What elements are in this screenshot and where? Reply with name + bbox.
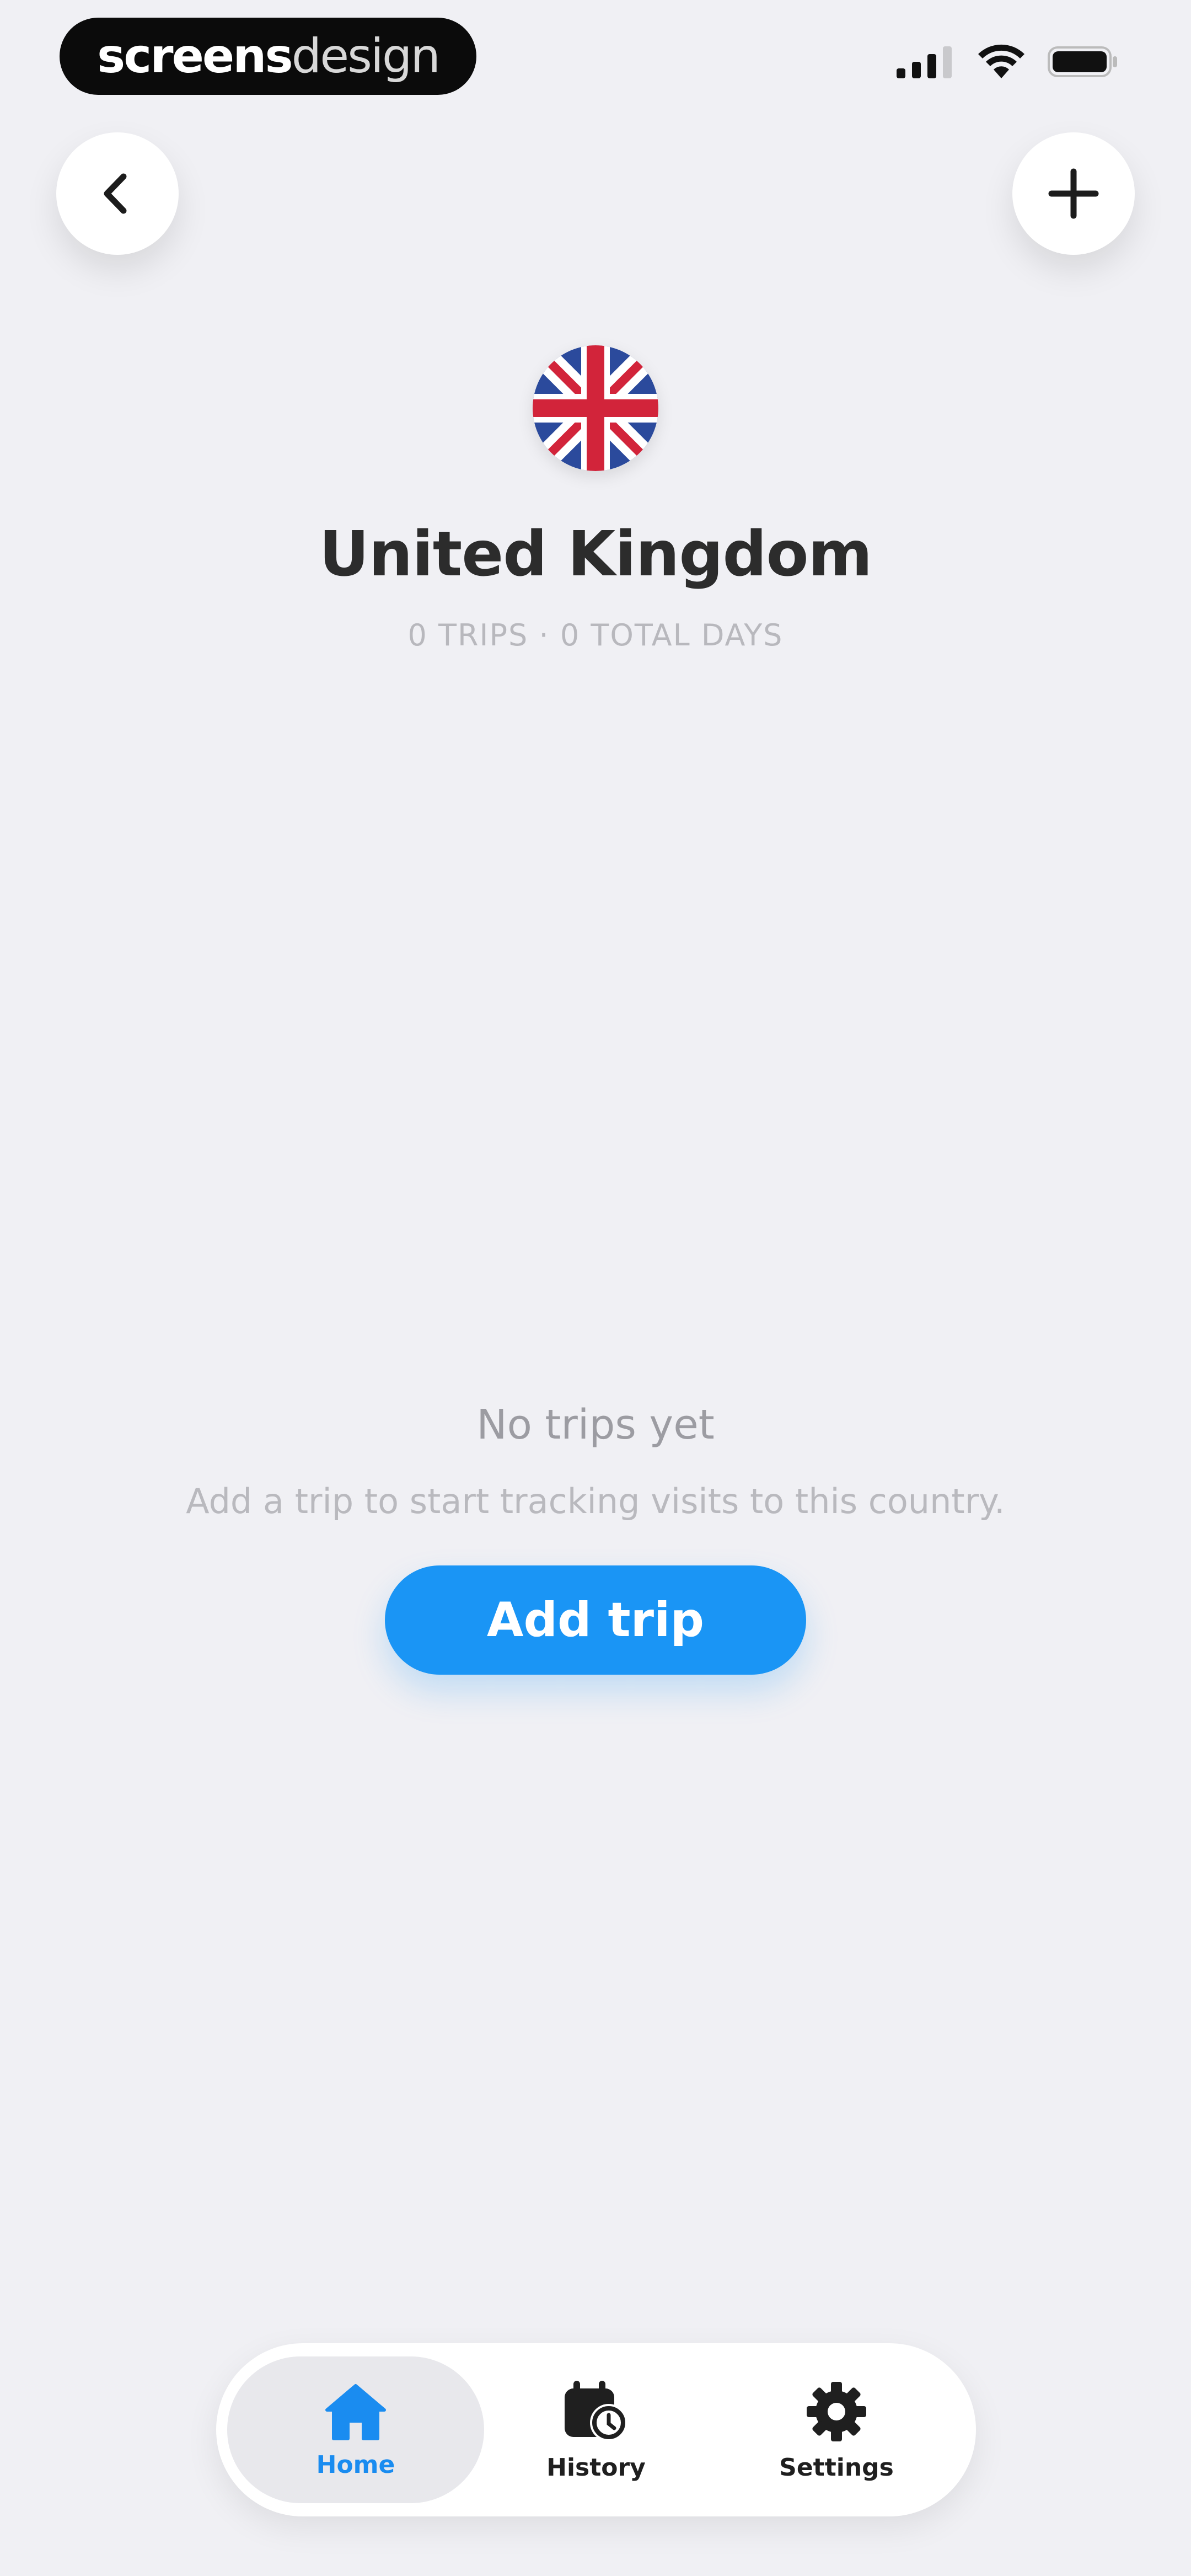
status-bar: screens design [0,0,1191,116]
uk-flag-icon [533,345,658,471]
status-icons [897,44,1119,79]
brand-light-text: design [291,29,441,84]
gear-icon [807,2381,866,2441]
home-icon [325,2383,386,2440]
calendar-clock-icon [565,2380,627,2441]
screen: screens design United Kingdom 0 TRIPS · … [0,0,1191,2576]
tab-history-label: History [546,2453,646,2482]
tab-settings[interactable]: Settings [708,2356,965,2503]
back-button[interactable] [56,132,179,255]
wifi-icon [978,44,1024,78]
tab-history[interactable]: History [468,2356,725,2503]
tab-home-label: Home [316,2450,395,2479]
empty-state-description: Add a trip to start tracking visits to t… [186,1481,1005,1521]
empty-state-title: No trips yet [476,1401,715,1449]
tab-bar: Home History Settings [216,2343,976,2516]
battery-icon [1048,46,1117,77]
tab-settings-label: Settings [779,2453,894,2482]
chevron-left-icon [104,173,127,214]
brand-bold-text: screens [97,29,293,84]
tab-home[interactable]: Home [227,2356,484,2503]
country-stats: 0 TRIPS · 0 TOTAL DAYS [407,618,784,653]
add-button[interactable] [1012,132,1135,255]
country-title: United Kingdom [319,519,873,590]
brand-badge: screens design [60,18,476,95]
add-trip-button[interactable]: Add trip [385,1565,806,1675]
cellular-signal-icon [897,46,952,78]
plus-icon [1048,168,1099,219]
